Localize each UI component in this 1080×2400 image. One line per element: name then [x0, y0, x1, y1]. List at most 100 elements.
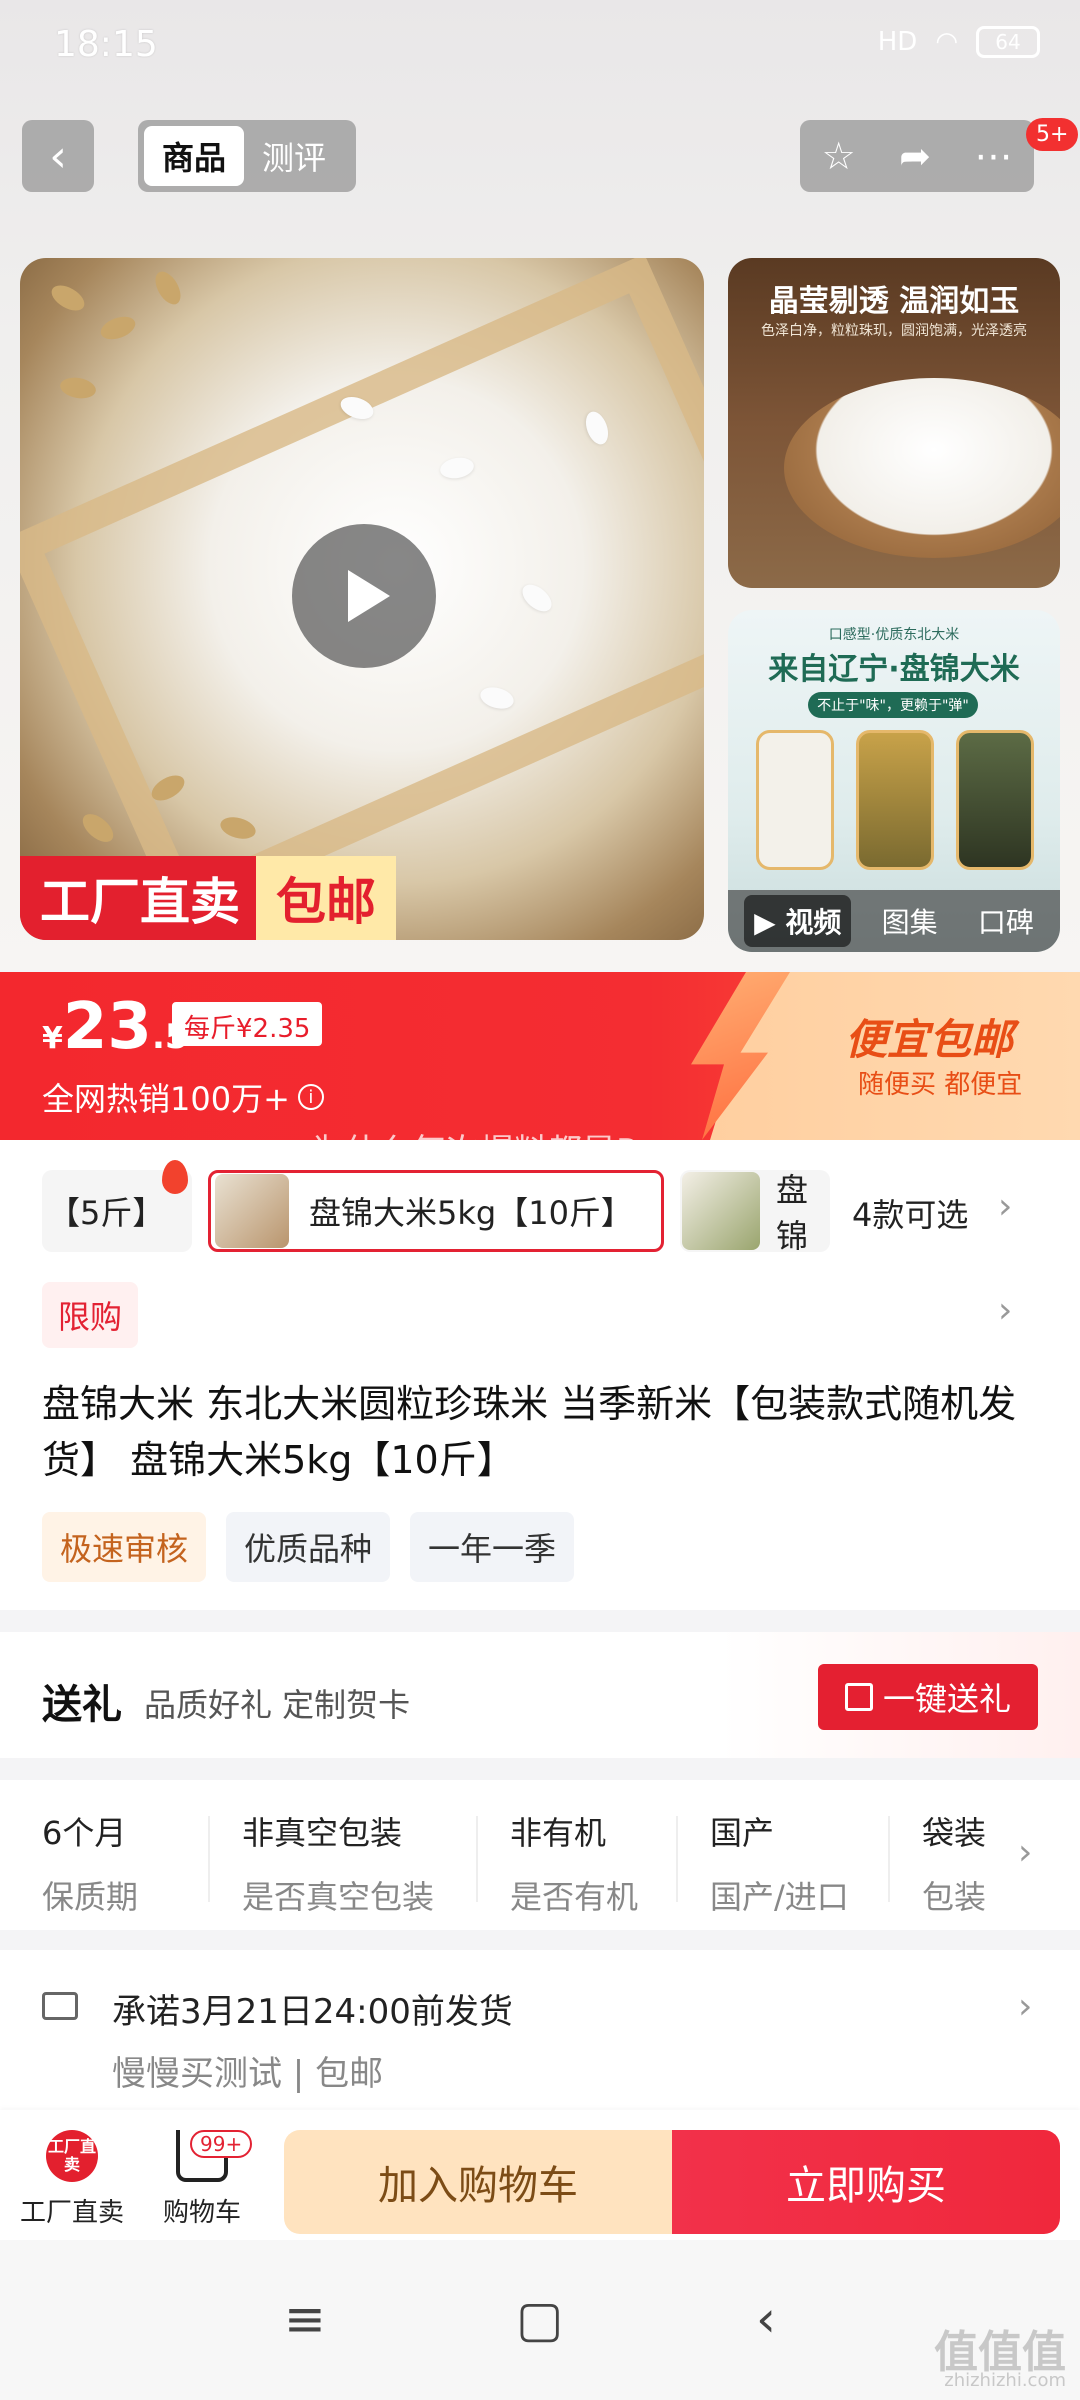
spec-key: 保质期 — [42, 1878, 139, 1916]
media-tab-gallery[interactable]: 图集 — [872, 895, 948, 947]
media-tabs: ▶ 视频 图集 口碑 — [728, 890, 1060, 952]
tag: 极速审核 — [42, 1512, 207, 1582]
overlay-text: 为什么每次爆料都是P — [310, 1132, 637, 1172]
menu-icon[interactable]: ≡ — [284, 2290, 326, 2348]
home-icon[interactable]: ▢ — [516, 2290, 563, 2348]
spec-key: 是否有机 — [510, 1878, 639, 1916]
spec-key: 是否真空包装 — [242, 1878, 435, 1916]
more-icon[interactable]: ⋯ — [974, 134, 1012, 178]
favorite-star-icon[interactable]: ☆ — [822, 134, 856, 178]
husk-grain — [58, 375, 98, 401]
spec-value: 袋装 — [922, 1814, 987, 1852]
sku-option-selected[interactable]: 盘锦大米5kg【10斤】 — [208, 1170, 664, 1252]
price: ¥ 23 .5 — [42, 990, 189, 1064]
cart-badge: 99+ — [190, 2130, 253, 2158]
tab-review[interactable]: 测评 — [244, 126, 344, 186]
side2-title: 来自辽宁·盘锦大米 — [768, 652, 1020, 687]
side-image-2[interactable]: 口感型·优质东北大米 来自辽宁·盘锦大米 不止于"味"，更赖于"弹" ▶ 视频 … — [728, 610, 1060, 952]
status-icons: HD ◠ 64 — [878, 26, 1040, 58]
page-tabs: 商品 测评 — [138, 120, 356, 192]
chevron-right-icon[interactable]: › — [1018, 1986, 1032, 2027]
back-nav-icon[interactable]: ‹ — [756, 2290, 776, 2348]
wifi-icon: ◠ — [935, 27, 958, 57]
gift-subtitle: 品质好礼 定制贺卡 — [144, 1686, 411, 1724]
price-symbol: ¥ — [42, 1021, 63, 1056]
battery-icon: 64 — [976, 26, 1040, 58]
back-button[interactable]: ‹ — [22, 120, 94, 192]
tag-row: 极速审核 优质品种 一年一季 — [42, 1512, 575, 1582]
rice-bowl — [784, 378, 1060, 558]
divider — [888, 1816, 890, 1902]
gift-icon — [844, 1683, 873, 1711]
sold-count[interactable]: 全网热销100万+ i — [42, 1074, 324, 1120]
delivery-section[interactable]: 承诺3月21日24:00前发货 慢慢买测试 | 包邮 › — [0, 1950, 1080, 2120]
tag: 优质品种 — [226, 1512, 391, 1582]
gift-section: 送礼 品质好礼 定制贺卡 一键送礼 — [0, 1632, 1080, 1758]
media-tab-reviews[interactable]: 口碑 — [968, 895, 1044, 947]
info-icon[interactable]: i — [297, 1084, 324, 1110]
watermark-url: zhizhizhi.com — [944, 2370, 1066, 2391]
spec-value: 国产 — [710, 1814, 775, 1852]
spec-item: 非有机 是否有机 — [510, 1808, 638, 1918]
sku-label: 盘锦大米5kg【10斤】 — [309, 1194, 633, 1232]
husk-grain — [150, 267, 186, 309]
spec-value: 6个月 — [42, 1814, 127, 1852]
sku-option[interactable]: 盘锦 — [680, 1170, 830, 1252]
price-banner: ¥ 23 .5 每斤¥2.35 全网热销100万+ i 便宜包邮 随便买 都便宜 — [0, 972, 1080, 1140]
action-group: ☆ ➦ ⋯ — [800, 120, 1034, 192]
spec-key: 包装 — [922, 1878, 987, 1916]
divider — [676, 1816, 678, 1902]
signal-icon: HD — [877, 27, 918, 57]
side2-small: 口感型·优质东北大米 — [828, 627, 960, 643]
side-image-1[interactable]: 晶莹剔透 温润如玉 色泽白净，粒粒珠玑，圆润饱满，光泽透亮 — [728, 258, 1060, 588]
delivery-detail: 慢慢买测试 | 包邮 — [112, 2054, 384, 2094]
tag: 一年一季 — [410, 1512, 575, 1582]
delivery-promise: 承诺3月21日24:00前发货 — [112, 1992, 513, 2032]
sku-thumbnail — [682, 1172, 760, 1250]
buy-now-button[interactable]: 立即购买 — [672, 2130, 1060, 2234]
feature-card — [856, 730, 934, 870]
product-title: 盘锦大米 东北大米圆粒珍珠米 当季新米【包装款式随机发货】 盘锦大米5kg【10… — [42, 1382, 1017, 1482]
unit-price: 每斤¥2.35 — [172, 1002, 323, 1046]
spec-item: 国产 国产/进口 — [710, 1808, 849, 1918]
husk-grain — [97, 312, 139, 344]
factory-badge: 工厂直卖 包邮 — [20, 856, 450, 940]
hero-section: 18:15 HD ◠ 64 ‹ 商品 测评 ☆ ➦ ⋯ 5+ 工厂直卖 包邮 晶… — [0, 0, 1080, 970]
sku-selector: 【5斤】 盘锦大米5kg【10斤】 盘锦 4款可选 › — [0, 1160, 1080, 1254]
promo-title: 便宜包邮 — [845, 1015, 1014, 1064]
media-tab-video[interactable]: ▶ 视频 — [744, 895, 852, 947]
chevron-right-icon[interactable]: › — [998, 1290, 1012, 1331]
factory-badge-right: 包邮 — [256, 856, 396, 940]
husk-grain — [47, 280, 89, 316]
chevron-right-icon[interactable]: › — [998, 1186, 1012, 1227]
tab-product[interactable]: 商品 — [144, 126, 244, 186]
fire-icon — [162, 1160, 188, 1194]
factory-store-button[interactable]: 工厂直卖 工厂直卖 — [12, 2130, 132, 2229]
add-to-cart-button[interactable]: 加入购物车 — [284, 2130, 672, 2234]
spec-section[interactable]: 6个月 保质期 非真空包装 是否真空包装 非有机 是否有机 国产 国产/进口 袋… — [0, 1780, 1080, 1930]
limit-tag: 限购 — [42, 1282, 139, 1348]
status-bar: 18:15 HD ◠ 64 — [0, 0, 1080, 90]
husk-grain — [77, 808, 119, 848]
gift-button[interactable]: 一键送礼 — [818, 1664, 1038, 1730]
sku-label: 【5斤】 — [48, 1194, 165, 1232]
divider — [208, 1816, 210, 1902]
spec-value: 非有机 — [510, 1814, 607, 1852]
play-video-button[interactable] — [292, 524, 436, 668]
media-tab-video-label: 视频 — [785, 906, 842, 939]
chevron-right-icon[interactable]: › — [1018, 1832, 1032, 1873]
status-time: 18:15 — [54, 24, 158, 65]
side1-subtitle: 色泽白净，粒粒珠玑，圆润饱满，光泽透亮 — [761, 323, 1027, 339]
cart-label: 购物车 — [162, 2198, 241, 2228]
system-navigation: ≡ ▢ ‹ 值值值 zhizhizhi.com — [0, 2240, 1080, 2400]
share-icon[interactable]: ➦ — [899, 134, 931, 178]
side1-title: 晶莹剔透 温润如玉 — [768, 284, 1020, 319]
main-product-image[interactable]: 工厂直卖 包邮 — [20, 258, 704, 940]
back-icon: ‹ — [49, 130, 67, 182]
factory-label: 工厂直卖 — [19, 2198, 124, 2228]
feature-card — [956, 730, 1034, 870]
gift-button-label: 一键送礼 — [882, 1680, 1011, 1718]
sku-thumbnail — [215, 1174, 289, 1248]
sku-count[interactable]: 4款可选 — [852, 1190, 968, 1236]
gift-title: 送礼 — [42, 1682, 122, 1728]
